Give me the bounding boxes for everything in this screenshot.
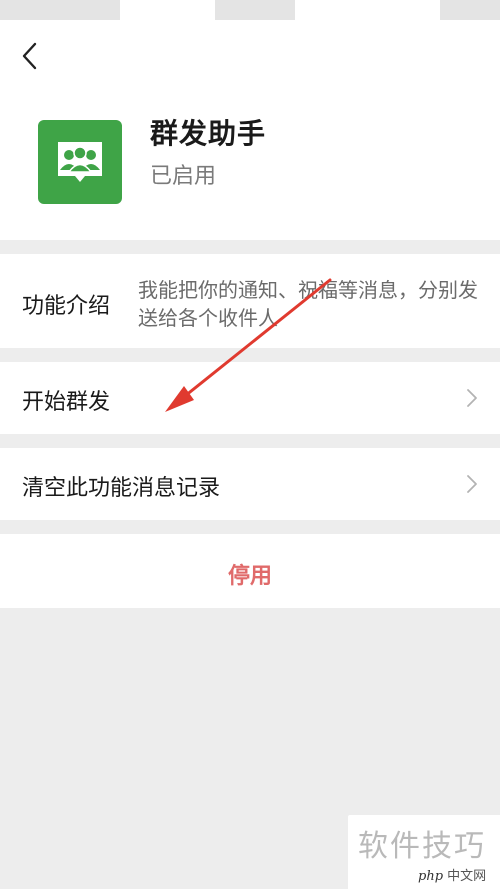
status-bar-blurred	[440, 0, 500, 20]
watermark-logo-site: 中文网	[447, 869, 487, 884]
chevron-right-icon	[467, 389, 477, 407]
clear-history-label: 清空此功能消息记录	[22, 476, 221, 501]
app-name: 群发助手	[150, 117, 267, 150]
watermark-text: 软件技巧	[358, 829, 486, 864]
feature-intro-label: 功能介绍	[22, 294, 111, 319]
start-broadcast-row[interactable]: 开始群发	[0, 362, 500, 434]
group-message-app-icon	[38, 120, 122, 204]
watermark-logo: php 中文网	[418, 865, 486, 884]
chevron-right-icon	[467, 475, 477, 493]
chevron-left-icon	[22, 42, 37, 70]
app-header: 群发助手 已启用	[0, 0, 500, 240]
clear-history-row[interactable]: 清空此功能消息记录	[0, 448, 500, 520]
watermark: 软件技巧 php 中文网	[348, 815, 500, 889]
start-broadcast-label: 开始群发	[22, 390, 111, 415]
disable-button[interactable]: 停用	[0, 534, 500, 608]
back-button[interactable]	[14, 38, 50, 74]
feature-intro-section: 功能介绍 我能把你的通知、祝福等消息，分别发送给各个收件人	[0, 254, 500, 348]
status-bar	[0, 0, 500, 24]
watermark-logo-php: php	[418, 869, 444, 884]
status-bar-blurred	[215, 0, 295, 20]
status-bar-blurred	[0, 0, 120, 20]
app-status: 已启用	[150, 164, 217, 189]
feature-intro-text: 我能把你的通知、祝福等消息，分别发送给各个收件人	[138, 278, 478, 330]
disable-label: 停用	[227, 564, 272, 589]
